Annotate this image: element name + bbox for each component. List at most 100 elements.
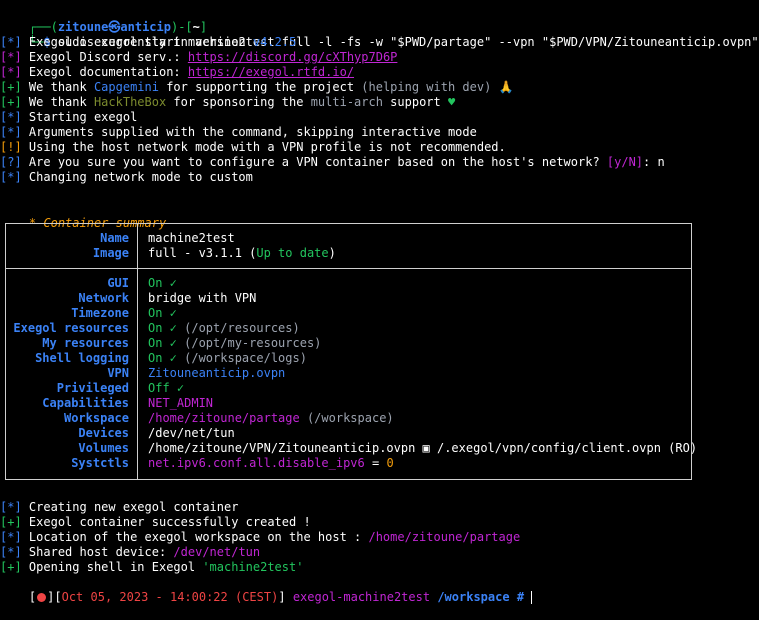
- log-line: [!] Using the host network mode with a V…: [0, 140, 506, 154]
- summary-value: /dev/net/tun: [148, 426, 235, 441]
- log-text-segment: Location of the exegol workspace on the …: [28, 530, 369, 544]
- link-text[interactable]: https://exegol.rtfd.io/: [188, 65, 354, 79]
- log-text-segment: On ✓: [148, 351, 177, 365]
- summary-value: Zitouneanticip.ovpn: [148, 366, 285, 381]
- log-text-segment: (/opt/resources): [176, 321, 300, 335]
- summary-row: GUI On ✓: [6, 276, 691, 291]
- log-text-segment: On ✓: [148, 276, 177, 290]
- log-line: [?] Are you sure you want to configure a…: [0, 155, 665, 169]
- log-line: [*] Arguments supplied with the command,…: [0, 125, 477, 139]
- summary-key: Devices: [78, 426, 129, 440]
- log-text-segment: [y/N]: [606, 155, 644, 169]
- log-line: [*] Exegol Discord serv.: https://discor…: [0, 50, 398, 64]
- summary-value: On ✓ (/workspace/logs): [148, 351, 307, 366]
- log-line: [+] Opening shell in Exegol 'machine2tes…: [0, 560, 304, 574]
- summary-row: Image full - v3.1.1 (Up to date): [6, 246, 691, 261]
- summary-value: Off ✓: [148, 381, 184, 396]
- log-text-segment: /dev/net/tun: [148, 426, 235, 440]
- summary-key: Shell logging: [35, 351, 129, 365]
- summary-row: Systctls net.ipv6.conf.all.disable_ipv6 =…: [6, 456, 691, 471]
- summary-row: Exegol resources On ✓ (/opt/resources): [6, 321, 691, 336]
- summary-key: Volumes: [78, 441, 129, 455]
- summary-value: /home/zitoune/partage (/workspace): [148, 411, 394, 426]
- log-text-segment: HackTheBox: [93, 95, 167, 109]
- log-text-segment: Creating new exegol container: [28, 500, 239, 514]
- summary-value: machine2test: [148, 231, 235, 246]
- log-text-segment: Exegol container successfully created !: [28, 515, 311, 529]
- prompt-container: exegol-machine2test: [292, 590, 431, 604]
- log-text-segment: Are you sure you want to configure a VPN…: [28, 155, 607, 169]
- command-line: └─$ sudo exegol start machine2test full …: [28, 35, 759, 49]
- log-text-segment: for supporting the project: [158, 80, 362, 94]
- log-text-segment: Capgemini: [93, 80, 159, 94]
- summary-row: Network bridge with VPN: [6, 291, 691, 306]
- summary-value: full - v3.1.1 (Up to date): [148, 246, 336, 261]
- log-text-segment: We thank: [28, 95, 94, 109]
- log-text-segment: net.ipv6.conf.all.disable_ipv6: [148, 456, 365, 470]
- summary-value: NET_ADMIN: [148, 396, 213, 411]
- summary-row: Workspace/home/zitoune/partage (/workspa…: [6, 411, 691, 426]
- log-text-segment: bridge with VPN: [148, 291, 257, 305]
- log-text-segment: =: [364, 456, 387, 470]
- log-text-segment: On ✓: [148, 306, 177, 320]
- log-text-segment: NET_ADMIN: [148, 396, 214, 410]
- summary-key: Network: [78, 291, 129, 305]
- summary-value: net.ipv6.conf.all.disable_ipv6 = 0: [148, 456, 394, 471]
- log-line: [*] Changing network mode to custom: [0, 170, 253, 184]
- log-line: [+] We thank Capgemini for supporting th…: [0, 80, 514, 94]
- log-text-segment: (/workspace/logs): [176, 351, 307, 365]
- log-line: [*] Exegol is currently in version v4.2.…: [0, 35, 297, 49]
- log-text-segment: /dev/net/tun: [173, 545, 261, 559]
- summary-key: GUI: [107, 276, 129, 290]
- log-text-segment: (/opt/my-resources): [176, 336, 322, 350]
- log-line: [*] Exegol documentation: https://exegol…: [0, 65, 355, 79]
- log-line: [+] Exegol container successfully create…: [0, 515, 311, 529]
- summary-value: bridge with VPN: [148, 291, 256, 306]
- log-text-segment: Exegol is currently in version: [28, 35, 253, 49]
- container-shell-prompt[interactable]: [][Oct 05, 2023 - 14:00:22 (CEST)] exego…: [0, 575, 533, 604]
- log-text-segment: Up to date: [256, 246, 329, 260]
- summary-row: Capabilities NET_ADMIN: [6, 396, 691, 411]
- log-text-segment: machine2test: [148, 231, 235, 245]
- log-line: [*] Shared host device: /dev/net/tun: [0, 545, 261, 559]
- summary-key: Workspace: [63, 411, 129, 425]
- log-line: [+] We thank HackTheBox for sponsoring t…: [0, 95, 456, 109]
- log-text-segment: On ✓: [148, 336, 177, 350]
- summary-key: Capabilities: [42, 396, 129, 410]
- log-text-segment: Arguments supplied with the command, ski…: [28, 125, 477, 139]
- summary-row: Privileged Off ✓: [6, 381, 691, 396]
- log-text-segment: 🙏: [491, 80, 514, 94]
- log-text-segment: ): [328, 246, 336, 260]
- log-text-segment: On ✓: [148, 321, 177, 335]
- log-text-segment: Opening shell in Exegol: [28, 560, 203, 574]
- log-text-segment: (helping with dev): [361, 80, 492, 94]
- log-text-segment: for sponsoring the: [166, 95, 311, 109]
- summary-row: My resources On ✓ (/opt/my-resources): [6, 336, 691, 351]
- log-text-segment: /home/zitoune/partage: [368, 530, 521, 544]
- log-text-segment: : n: [643, 155, 665, 169]
- summary-key: Timezone: [71, 306, 129, 320]
- log-text-segment: multi-arch: [310, 95, 383, 109]
- summary-row: Name machine2test: [6, 231, 691, 246]
- summary-title-line: * Container summary: [0, 201, 166, 230]
- summary-value: On ✓ (/opt/resources): [148, 321, 300, 336]
- log-text-segment: /home/zitoune/partage: [148, 411, 300, 425]
- log-line: [*] Creating new exegol container: [0, 500, 239, 514]
- log-text-segment: Starting exegol: [28, 110, 138, 124]
- summary-row: Volumes/home/zitoune/VPN/Zitouneanticip.…: [6, 441, 697, 456]
- log-text-segment: Zitouneanticip.ovpn: [148, 366, 286, 380]
- summary-value: /home/zitoune/VPN/Zitouneanticip.ovpn ▣ …: [148, 441, 697, 456]
- link-text[interactable]: https://discord.gg/cXThyp7D6P: [188, 50, 398, 64]
- log-text-segment: Exegol Discord serv.:: [28, 50, 188, 64]
- summary-row: Shell logging On ✓ (/workspace/logs): [6, 351, 691, 366]
- log-text-segment: 'machine2test': [202, 560, 304, 574]
- text-cursor: [531, 591, 533, 604]
- summary-key: Name: [100, 231, 129, 245]
- log-text-segment: support: [382, 95, 448, 109]
- prompt-header: ┌──(zitoune㉿anticip)-[~]: [28, 20, 208, 34]
- log-text-segment: We thank: [28, 80, 94, 94]
- summary-key: My resources: [42, 336, 129, 350]
- terminal-window[interactable]: ┌──(zitoune㉿anticip)-[~] └─$ sudo exegol…: [0, 0, 759, 610]
- summary-row: Devices/dev/net/tun: [6, 426, 691, 441]
- summary-key: Privileged: [56, 381, 129, 395]
